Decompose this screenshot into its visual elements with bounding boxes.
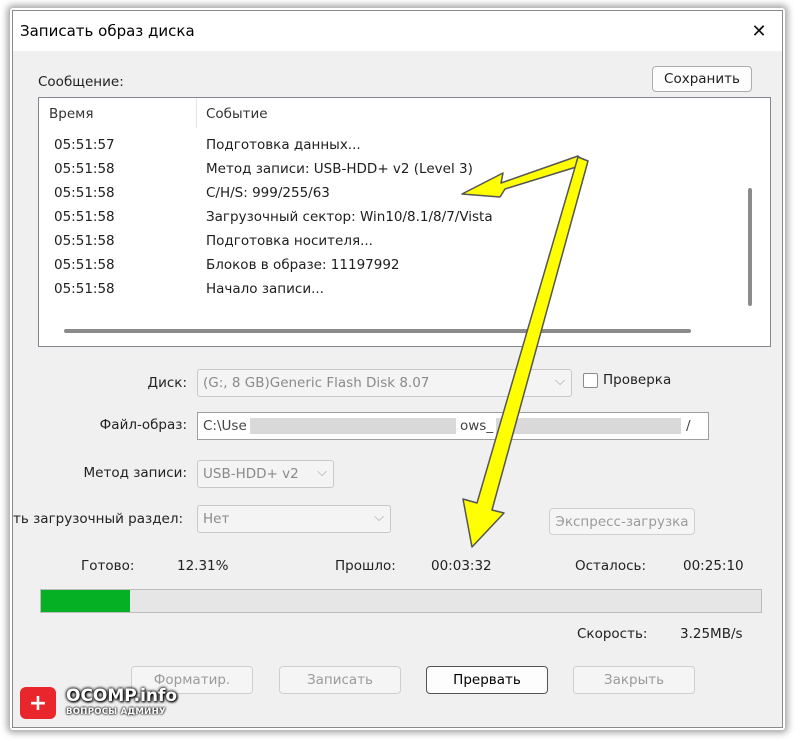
arrow-to-elapsed — [462, 156, 589, 548]
watermark-name: OCOMP.info — [66, 686, 178, 706]
annotation-arrows — [461, 155, 589, 548]
plus-badge-icon: + — [20, 687, 56, 719]
ocomp-watermark: + OCOMP.info ВОПРОСЫ АДМИНУ — [16, 683, 216, 727]
watermark-tagline: ВОПРОСЫ АДМИНУ — [66, 707, 166, 717]
